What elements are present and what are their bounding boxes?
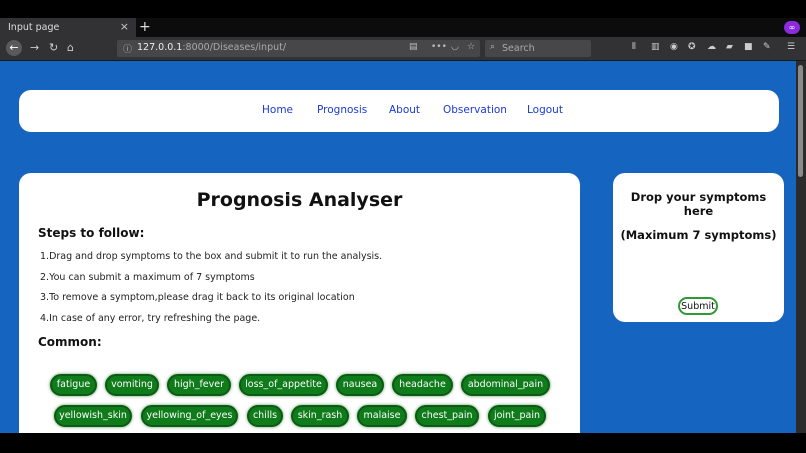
new-tab-icon[interactable]: + [139,18,151,36]
page-viewport: Home Prognosis About Observation Logout … [0,61,796,433]
sidebar-icon[interactable]: ▥ [651,42,660,52]
page-title: Prognosis Analyser [196,189,403,211]
scrollbar-thumb[interactable] [798,65,803,177]
symptom-chip-fatigue[interactable]: fatigue [50,374,97,396]
search-icon: ⌕ [490,42,496,52]
nav-link-about[interactable]: About [389,104,420,116]
bottom-edge [0,433,806,453]
account-icon[interactable]: ◉ [670,42,678,52]
search-input[interactable] [502,41,586,55]
search-box[interactable]: ⌕ [485,40,591,57]
step-4: 4.In case of any error, try refreshing t… [40,313,261,324]
step-1: 1.Drag and drop symptoms to the box and … [40,251,383,262]
symptom-chip-headache[interactable]: headache [392,374,453,396]
symptom-chip-joint-pain[interactable]: joint_pain [488,405,546,427]
tab-title: Input page [8,22,60,33]
symptom-chip-abdominal-pain[interactable]: abdominal_pain [461,374,550,396]
symptom-chip-vomiting[interactable]: vomiting [105,374,159,396]
extension-icon-5[interactable]: ✎ [763,42,771,52]
symptom-chip-yellowing-of-eyes[interactable]: yellowing_of_eyes [141,405,238,427]
reader-view-icon[interactable]: ▤ [409,42,418,52]
symptom-chip-loss-of-appetite[interactable]: loss_of_appetite [239,374,328,396]
drop-zone-limit-text: (Maximum 7 symptoms) [620,228,777,242]
home-icon[interactable]: ⌂ [67,41,74,55]
nav-link-prognosis[interactable]: Prognosis [317,104,367,116]
menu-icon[interactable]: ☰ [787,42,795,52]
reload-icon[interactable]: ↻ [49,41,58,55]
page-scrollbar[interactable] [796,61,806,433]
symptom-chip-yellowish-skin[interactable]: yellowish_skin [54,405,132,427]
browser-tab[interactable]: Input page × [0,18,136,37]
step-3: 3.To remove a symptom,please drag it bac… [40,292,355,303]
drop-zone-title-line1: Drop your symptoms [630,190,767,204]
extension-icon-3[interactable]: ▰ [726,42,733,52]
symptom-chip-nausea[interactable]: nausea [336,374,384,396]
symptom-chip-high-fever[interactable]: high_fever [167,374,231,396]
close-tab-icon[interactable]: × [120,20,129,33]
extension-icon-4[interactable]: ■ [744,42,753,52]
url-text[interactable]: 127.0.0.1:8000/Diseases/input/ [137,42,286,53]
back-arrow-icon[interactable]: ← [6,40,22,56]
step-2: 2.You can submit a maximum of 7 symptoms [40,272,255,283]
address-bar[interactable]: ⓘ 127.0.0.1:8000/Diseases/input/ ▤ ••• ◡… [117,40,480,57]
analyser-card: Prognosis Analyser Steps to follow: 1.Dr… [19,173,580,433]
browser-tab-bar: Input page × + ∞ [0,18,806,37]
common-heading: Common: [38,335,102,349]
nav-link-logout[interactable]: Logout [527,104,563,116]
page-actions-icon[interactable]: ••• [431,42,447,52]
symptom-drop-zone[interactable]: Drop your symptoms here (Maximum 7 sympt… [613,173,784,322]
pocket-icon[interactable]: ◡ [451,42,459,52]
site-info-icon[interactable]: ⓘ [123,42,132,55]
browser-toolbar: ← → ↻ ⌂ ⓘ 127.0.0.1:8000/Diseases/input/… [0,37,806,61]
private-browsing-icon: ∞ [784,21,800,34]
extension-icon-1[interactable]: ✪ [688,42,696,52]
url-path: :8000/Diseases/input/ [182,42,287,53]
library-icon[interactable]: ⫴ [632,42,636,52]
symptom-chip-chest-pain[interactable]: chest_pain [415,405,479,427]
drop-zone-title-line2: here [683,204,714,218]
nav-link-observation[interactable]: Observation [443,104,507,116]
symptom-chip-chills[interactable]: chills [247,405,283,427]
symptom-chip-malaise[interactable]: malaise [357,405,407,427]
submit-button[interactable]: Submit [678,297,718,315]
forward-arrow-icon[interactable]: → [30,41,39,55]
nav-link-home[interactable]: Home [262,104,293,116]
url-host: 127.0.0.1 [137,42,183,53]
extension-icon-2[interactable]: ☁ [707,42,716,52]
symptom-chip-skin-rash[interactable]: skin_rash [291,405,349,427]
bookmark-star-icon[interactable]: ☆ [467,42,475,52]
site-navbar: Home Prognosis About Observation Logout [19,90,779,132]
steps-heading: Steps to follow: [38,226,145,240]
